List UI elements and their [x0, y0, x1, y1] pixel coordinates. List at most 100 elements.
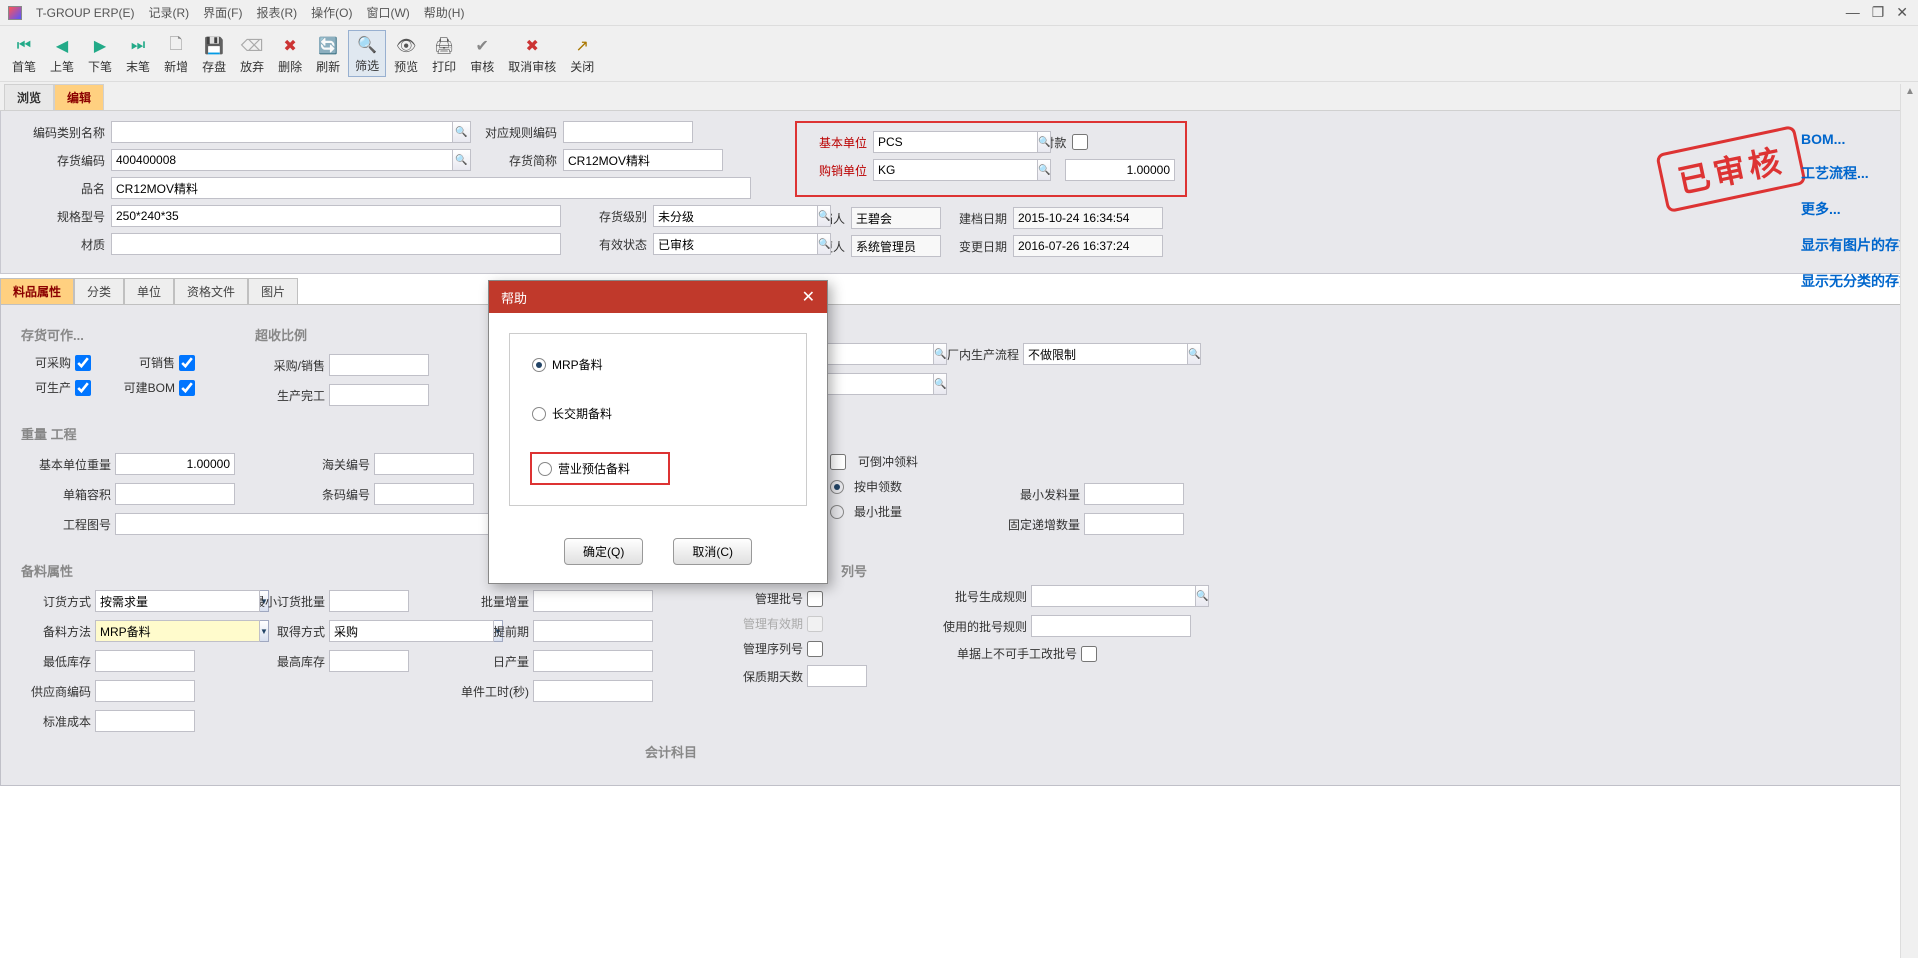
- input-box-vol[interactable]: [115, 483, 235, 505]
- toolbar-筛选[interactable]: 🔍筛选: [348, 30, 386, 77]
- link-show-img[interactable]: 显示有图片的存货: [1801, 235, 1913, 255]
- toolbar-取消审核[interactable]: ✖取消审核: [502, 32, 562, 77]
- radio-by-batch[interactable]: [830, 505, 844, 519]
- input-buy-sell[interactable]: [329, 354, 429, 376]
- opt-long[interactable]: 长交期备料: [530, 403, 786, 424]
- menu-report[interactable]: 报表(R): [256, 4, 297, 21]
- chk-weight-pay[interactable]: [1072, 134, 1088, 150]
- subtab-attr[interactable]: 料品属性: [0, 278, 74, 304]
- lookup-icon[interactable]: 🔍: [934, 373, 947, 395]
- menu-op[interactable]: 操作(O): [311, 4, 352, 21]
- link-bom[interactable]: BOM...: [1801, 131, 1913, 147]
- input-min-stock[interactable]: [95, 650, 195, 672]
- input-max-stock[interactable]: [329, 650, 409, 672]
- input-inv-short[interactable]: [563, 149, 723, 171]
- minimize-icon[interactable]: —: [1846, 4, 1860, 21]
- modal-ok-button[interactable]: 确定(Q): [564, 538, 643, 565]
- link-process[interactable]: 工艺流程...: [1801, 163, 1913, 183]
- input-std-cost[interactable]: [95, 710, 195, 732]
- input-name[interactable]: [111, 177, 751, 199]
- opt-forecast[interactable]: 营业预估备料: [530, 452, 670, 485]
- input-inv-level[interactable]: [653, 205, 818, 227]
- lookup-icon[interactable]: 🔍: [453, 149, 471, 171]
- subtab-unit[interactable]: 单位: [124, 278, 174, 304]
- subtab-qual[interactable]: 资格文件: [174, 278, 248, 304]
- toolbar-存盘[interactable]: 💾存盘: [196, 32, 232, 77]
- modal-cancel-button[interactable]: 取消(C): [673, 538, 752, 565]
- vertical-scrollbar[interactable]: [1900, 84, 1918, 958]
- input-spec[interactable]: [111, 205, 561, 227]
- input-min-order[interactable]: [329, 590, 409, 612]
- lookup-icon[interactable]: 🔍: [818, 233, 831, 255]
- radio-icon[interactable]: [538, 462, 552, 476]
- toolbar-首笔[interactable]: ⏮首笔: [6, 32, 42, 77]
- input-sale-unit[interactable]: [873, 159, 1038, 181]
- lookup-icon[interactable]: 🔍: [1188, 343, 1201, 365]
- tab-edit[interactable]: 编辑: [54, 84, 104, 110]
- input-prep-method[interactable]: [95, 620, 260, 642]
- close-icon[interactable]: ✕: [1896, 4, 1908, 21]
- field-inv-level[interactable]: 🔍: [653, 205, 753, 227]
- input-obtain[interactable]: [329, 620, 494, 642]
- modal-close-icon[interactable]: ✕: [802, 287, 815, 307]
- input-batch-inc[interactable]: [533, 590, 653, 612]
- input-supplier[interactable]: [95, 680, 195, 702]
- menu-help[interactable]: 帮助(H): [424, 4, 465, 21]
- input-prod-done[interactable]: [329, 384, 429, 406]
- input-valid-status[interactable]: [653, 233, 818, 255]
- menu-record[interactable]: 记录(R): [148, 4, 189, 21]
- input-customs[interactable]: [374, 453, 474, 475]
- chk-mng-batch[interactable]: [807, 591, 823, 607]
- input-barcode[interactable]: [374, 483, 474, 505]
- toolbar-审核[interactable]: ✔审核: [464, 32, 500, 77]
- radio-by-req[interactable]: [830, 480, 844, 494]
- menu-ui[interactable]: 界面(F): [203, 4, 242, 21]
- opt-mrp[interactable]: MRP备料: [530, 354, 786, 375]
- toolbar-上笔[interactable]: ◀上笔: [44, 32, 80, 77]
- chk-can-buy[interactable]: [75, 355, 91, 371]
- input-shelf-days[interactable]: [807, 665, 867, 687]
- toolbar-刷新[interactable]: 🔄刷新: [310, 32, 346, 77]
- input-prod-flow[interactable]: [1023, 343, 1188, 365]
- tab-browse[interactable]: 浏览: [4, 84, 54, 110]
- link-show-nocat[interactable]: 显示无分类的存货: [1801, 271, 1913, 291]
- input-fixed-inc[interactable]: [1084, 513, 1184, 535]
- link-more[interactable]: 更多...: [1801, 199, 1913, 219]
- input-unit-sec[interactable]: [533, 680, 653, 702]
- chk-mng-serial[interactable]: [807, 641, 823, 657]
- toolbar-预览[interactable]: 👁预览: [388, 32, 424, 77]
- input-base-unit[interactable]: [873, 131, 1038, 153]
- chk-can-sell[interactable]: [179, 355, 195, 371]
- input-daily[interactable]: [533, 650, 653, 672]
- subtab-img[interactable]: 图片: [248, 278, 298, 304]
- input-material[interactable]: [111, 233, 561, 255]
- field-inv-code[interactable]: 🔍: [111, 149, 471, 171]
- lookup-icon[interactable]: 🔍: [453, 121, 471, 143]
- chk-can-prod[interactable]: [75, 380, 91, 396]
- toolbar-打印[interactable]: 🖨打印: [426, 32, 462, 77]
- chk-can-bom[interactable]: [179, 380, 195, 396]
- radio-icon[interactable]: [532, 407, 546, 421]
- lookup-icon[interactable]: 🔍: [818, 205, 831, 227]
- toolbar-末笔[interactable]: ⏭末笔: [120, 32, 156, 77]
- lookup-icon[interactable]: 🔍: [934, 343, 947, 365]
- input-min-issue[interactable]: [1084, 483, 1184, 505]
- subtab-cat[interactable]: 分类: [74, 278, 124, 304]
- toolbar-关闭[interactable]: ↗关闭: [564, 32, 600, 77]
- toolbar-新增[interactable]: 🗋新增: [158, 32, 194, 77]
- input-used-rule[interactable]: [1031, 615, 1191, 637]
- field-valid-status[interactable]: 🔍: [653, 233, 753, 255]
- chk-reverse[interactable]: [830, 454, 846, 470]
- input-rule-code[interactable]: [563, 121, 693, 143]
- input-base-weight[interactable]: [115, 453, 235, 475]
- input-convert[interactable]: [1065, 159, 1175, 181]
- radio-icon[interactable]: [532, 358, 546, 372]
- toolbar-放弃[interactable]: ⌫放弃: [234, 32, 270, 77]
- input-lead[interactable]: [533, 620, 653, 642]
- input-batch-rule[interactable]: [1031, 585, 1196, 607]
- field-code-cat[interactable]: 🔍: [111, 121, 471, 143]
- lookup-icon[interactable]: 🔍: [1038, 159, 1051, 181]
- input-order-way[interactable]: [95, 590, 260, 612]
- chk-no-manual[interactable]: [1081, 646, 1097, 662]
- input-inv-code[interactable]: [111, 149, 453, 171]
